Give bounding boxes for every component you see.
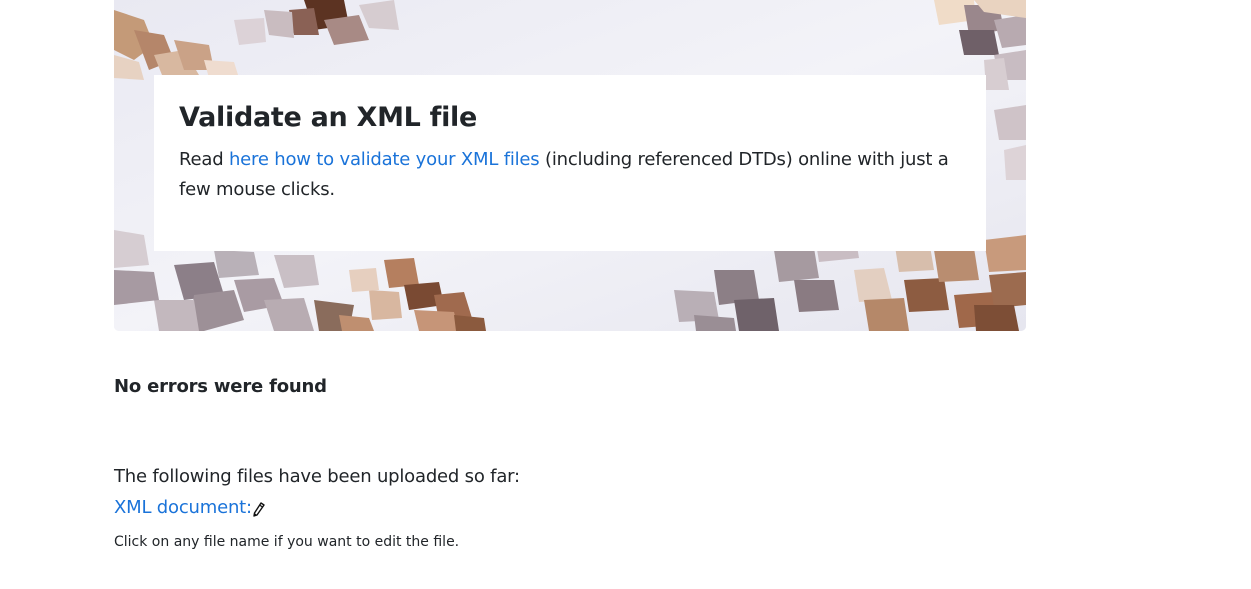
validation-help-link[interactable]: here how to validate your XML files bbox=[229, 149, 540, 170]
xml-document-link[interactable]: XML document: bbox=[114, 495, 252, 521]
uploaded-file-item: XML document: bbox=[114, 495, 265, 521]
page-title: Validate an XML file bbox=[179, 102, 478, 133]
validation-result-message: No errors were found bbox=[114, 376, 327, 397]
intro-text: Read here how to validate your XML files… bbox=[179, 145, 961, 205]
pencil-icon[interactable] bbox=[253, 500, 265, 517]
edit-hint-text: Click on any file name if you want to ed… bbox=[114, 534, 460, 550]
intro-text-before: Read bbox=[179, 149, 229, 170]
uploaded-files-heading: The following files have been uploaded s… bbox=[114, 466, 520, 487]
intro-card: Validate an XML file Read here how to va… bbox=[154, 75, 986, 251]
